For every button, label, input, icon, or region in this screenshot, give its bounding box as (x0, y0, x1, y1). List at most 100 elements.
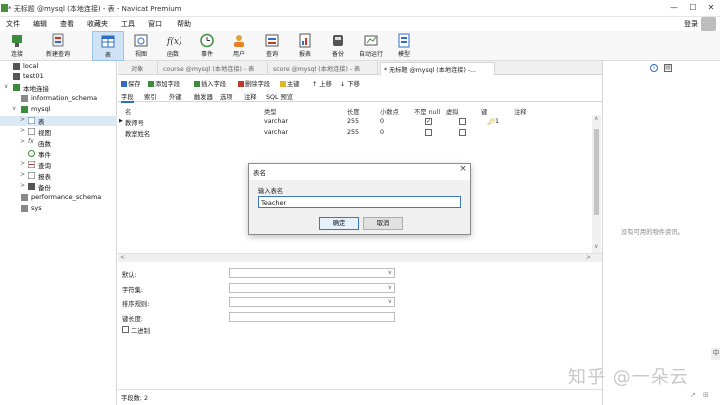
tab-comment[interactable]: 注释 (244, 92, 257, 101)
tree-item-test01[interactable]: test01 (0, 72, 117, 82)
ok-button[interactable]: 确定 (319, 217, 359, 230)
maximize-button[interactable]: ☐ (684, 2, 702, 14)
toolbar-model-button[interactable]: 模型 (391, 31, 417, 61)
toolbar-connect-button[interactable]: 连接 (6, 31, 28, 61)
minimize-button[interactable]: — (665, 2, 683, 14)
tab-untitled-table[interactable]: * 无标题 @mysql (本地连接) -... (380, 62, 495, 75)
tree-item-sys[interactable]: sys (0, 204, 117, 214)
field-decimal-cell[interactable]: 0 (380, 129, 384, 136)
chevron-down-icon[interactable]: ∨ (12, 105, 16, 112)
toolbar-query-button[interactable]: 查询 (259, 31, 285, 61)
tree-item-information-schema[interactable]: information_schema (0, 94, 117, 104)
delete-field-button[interactable]: 删除字段 (238, 79, 270, 88)
grid-vertical-scrollbar[interactable]: ∧ ∨ (592, 115, 601, 255)
menu-file[interactable]: 文件 (6, 19, 20, 29)
not-null-checkbox[interactable] (425, 129, 432, 136)
scroll-up-icon[interactable]: ∧ (594, 115, 598, 122)
move-down-button[interactable]: ↓ 下移 (340, 79, 360, 88)
column-header-name[interactable]: 名 (125, 107, 131, 116)
ddl-icon[interactable]: ▤ (664, 64, 672, 72)
toolbar-backup-button[interactable]: 备份 (325, 31, 351, 61)
toolbar-function-button[interactable]: f(x) 函数 (160, 31, 186, 61)
tab-foreign-keys[interactable]: 外键 (169, 92, 182, 101)
charset-dropdown[interactable]: ∨ (229, 283, 395, 293)
scroll-right-icon[interactable]: > (586, 254, 591, 261)
table-row[interactable]: ▶ 教师号 varchar 255 0 ✓ 🔑︎ 1 (118, 117, 591, 128)
add-field-button[interactable]: 添加字段 (148, 79, 180, 88)
toolbar-user-button[interactable]: 用户 (226, 31, 252, 61)
move-up-button[interactable]: ↑ 上移 (312, 79, 332, 88)
insert-field-button[interactable]: 插入字段 (194, 79, 226, 88)
save-button[interactable]: 保存 (121, 79, 141, 88)
field-length-cell[interactable]: 255 (347, 118, 359, 125)
chevron-right-icon[interactable]: > (20, 116, 25, 123)
column-header-decimal[interactable]: 小数点 (380, 107, 399, 116)
virtual-checkbox[interactable] (459, 129, 466, 136)
column-header-length[interactable]: 长度 (347, 107, 360, 116)
tab-indexes[interactable]: 索引 (144, 92, 157, 101)
grid-horizontal-scrollbar[interactable]: < > (118, 253, 602, 262)
field-type-cell[interactable]: varchar (264, 118, 288, 125)
chevron-right-icon[interactable]: > (20, 127, 25, 134)
toolbar-report-button[interactable]: 报表 (292, 31, 318, 61)
table-name-input[interactable]: Teacher (258, 196, 461, 208)
tree-item-queries[interactable]: > 查询 (0, 160, 117, 170)
column-header-key[interactable]: 键 (481, 107, 487, 116)
virtual-checkbox[interactable] (459, 118, 466, 125)
ime-indicator[interactable]: 中 (711, 348, 720, 360)
login-link[interactable]: 登录 (684, 19, 698, 29)
info-icon[interactable]: i (650, 64, 658, 72)
tab-objects[interactable]: 对象 (128, 62, 158, 75)
tree-item-tables[interactable]: > 表 (0, 116, 117, 126)
primary-key-button[interactable]: 主键 (280, 79, 300, 88)
menu-window[interactable]: 窗口 (148, 19, 162, 29)
tab-options[interactable]: 选项 (220, 92, 233, 101)
tree-item-reports[interactable]: > 报表 (0, 171, 117, 181)
tree-item-mysql[interactable]: ∨ mysql (0, 105, 117, 115)
dialog-close-icon[interactable]: × (456, 164, 470, 174)
toolbar-new-query-button[interactable]: 新建查询 (42, 31, 74, 61)
tree-item-local[interactable]: local (0, 62, 117, 72)
chevron-down-icon[interactable]: ∨ (4, 83, 8, 90)
column-header-virtual[interactable]: 虚拟 (446, 107, 459, 116)
key-length-input[interactable] (229, 312, 395, 322)
tab-course-table[interactable]: course @mysql (本地连接) - 表 (160, 62, 268, 75)
tree-item-performance-schema[interactable]: performance_schema (0, 193, 117, 203)
default-dropdown[interactable]: ∨ (229, 268, 395, 278)
chevron-right-icon[interactable]: > (20, 138, 25, 145)
tree-item-events[interactable]: 事件 (0, 149, 117, 159)
column-header-not-null[interactable]: 不是 null (414, 107, 440, 116)
not-null-checkbox[interactable]: ✓ (425, 118, 432, 125)
field-length-cell[interactable]: 255 (347, 129, 359, 136)
chevron-right-icon[interactable]: > (20, 160, 25, 167)
tab-triggers[interactable]: 触发器 (194, 92, 213, 101)
tree-item-local-connection[interactable]: ∨ 本地连接 (0, 83, 117, 93)
toolbar-view-button[interactable]: 视图 (128, 31, 154, 61)
field-name-cell[interactable]: 教师号 (125, 118, 144, 127)
menu-tools[interactable]: 工具 (121, 19, 135, 29)
column-header-comment[interactable]: 注释 (514, 107, 527, 116)
tab-score-table[interactable]: score @mysql (本地连接) - 表 (270, 62, 378, 75)
close-button[interactable]: ✕ (702, 2, 720, 14)
menu-favorites[interactable]: 收藏夹 (87, 19, 108, 29)
field-name-cell[interactable]: 教室姓名 (125, 129, 150, 138)
field-type-cell[interactable]: varchar (264, 129, 288, 136)
scroll-left-icon[interactable]: < (120, 254, 125, 261)
scrollbar-thumb[interactable] (594, 129, 599, 215)
cancel-button[interactable]: 取消 (363, 217, 403, 230)
chevron-right-icon[interactable]: > (20, 182, 25, 189)
field-key-cell[interactable]: 1 (495, 118, 499, 125)
expand-icon[interactable]: ↗ (690, 391, 696, 399)
toolbar-table-button[interactable]: 表 (92, 31, 124, 61)
grid-icon[interactable]: ⊞ (703, 391, 709, 399)
tab-sql-preview[interactable]: SQL 预览 (266, 92, 293, 101)
tree-item-views[interactable]: > 视图 (0, 127, 117, 137)
toolbar-event-button[interactable]: 事件 (194, 31, 220, 61)
tab-fields[interactable]: 字段 (121, 92, 134, 103)
binary-checkbox[interactable] (122, 326, 129, 333)
toolbar-autorun-button[interactable]: 自动运行 (356, 31, 386, 61)
table-row[interactable]: 教室姓名 varchar 255 0 (118, 128, 591, 139)
tree-item-backups[interactable]: > 备份 (0, 182, 117, 192)
column-header-type[interactable]: 类型 (264, 107, 277, 116)
avatar[interactable] (701, 17, 716, 31)
